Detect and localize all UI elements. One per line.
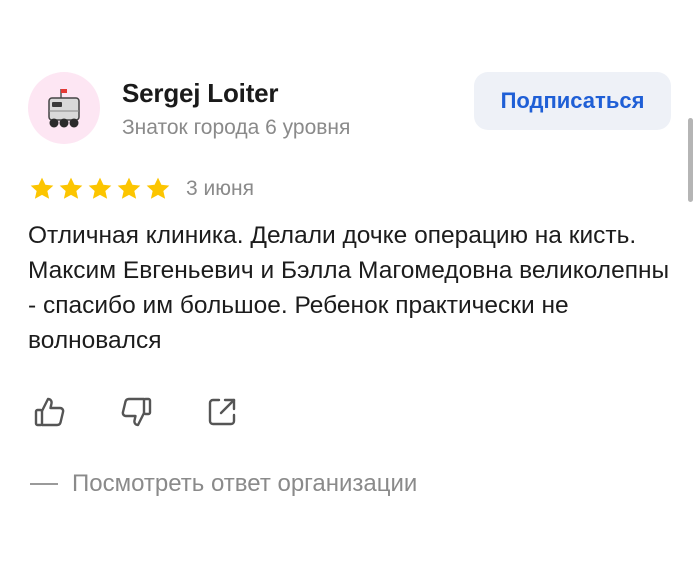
org-reply-toggle[interactable]: Посмотреть ответ организации (30, 470, 417, 498)
share-icon (208, 398, 236, 426)
thumbs-down-icon (121, 397, 152, 427)
star-icon (28, 175, 56, 203)
review-card: Sergej Loiter Знаток города 6 уровня Под… (0, 0, 700, 580)
star-icon (57, 175, 85, 203)
thumbs-up-icon (34, 397, 65, 427)
rating-row: 3 июня (28, 175, 254, 203)
star-icon (115, 175, 143, 203)
review-text: Отличная клиника. Делали дочке операцию … (28, 222, 670, 354)
review-actions (30, 392, 242, 432)
subscribe-button[interactable]: Подписаться (474, 72, 671, 130)
scrollbar[interactable] (688, 118, 693, 202)
org-reply-label[interactable]: Посмотреть ответ организации (72, 470, 417, 498)
avatar[interactable] (28, 72, 100, 144)
like-button[interactable] (30, 392, 70, 432)
star-icon (144, 175, 172, 203)
author-name[interactable]: Sergej Loiter (122, 78, 279, 109)
divider-dash (30, 483, 58, 485)
share-button[interactable] (202, 392, 242, 432)
dislike-button[interactable] (116, 392, 156, 432)
star-icon (86, 175, 114, 203)
delivery-robot-icon (48, 89, 80, 128)
review-date: 3 июня (186, 177, 254, 200)
rating-stars (28, 175, 172, 203)
author-level: Знаток города 6 уровня (122, 116, 351, 139)
